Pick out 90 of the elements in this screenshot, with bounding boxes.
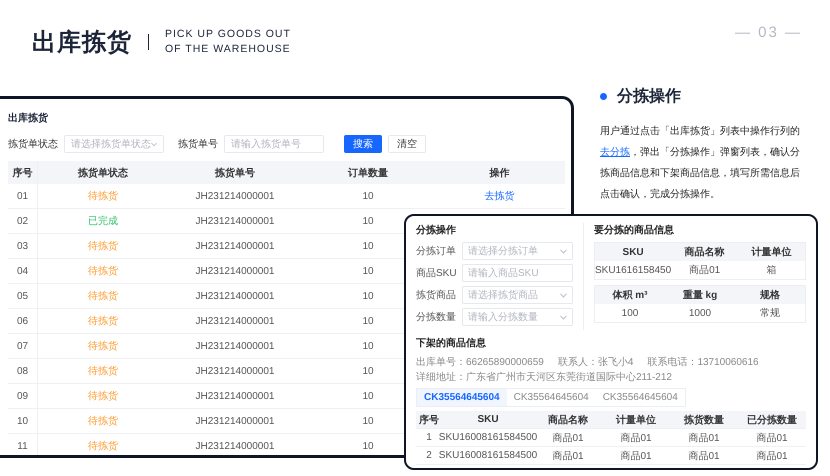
table-cell: 05 xyxy=(8,284,38,309)
table-cell-text: 1000 xyxy=(688,306,712,320)
select-field[interactable]: 请选择分拣订单 xyxy=(462,242,573,260)
status-text: 待拣货 xyxy=(38,284,168,309)
input-field[interactable]: 请输入拣货单号 xyxy=(224,135,324,153)
field-label: 拣货单号 xyxy=(178,138,218,151)
column-header: 重量 kg xyxy=(665,286,735,304)
table-cell: 01 xyxy=(8,184,38,209)
table-cell: 02 xyxy=(8,209,38,234)
column-header: 商品名称 xyxy=(534,411,602,429)
status-text: 待拣货 xyxy=(38,359,168,384)
field-label: 拣货单状态 xyxy=(8,138,58,151)
bullet-icon xyxy=(600,93,607,100)
table-cell-text: 箱 xyxy=(766,264,778,278)
input-field[interactable]: 请输入商品SKU xyxy=(462,264,573,282)
table-cell: 商品01 xyxy=(602,447,670,465)
table-cell: JH231214000001 xyxy=(168,284,302,309)
column-header: 计量单位 xyxy=(738,243,805,261)
table-cell-text: 常规 xyxy=(759,306,781,321)
table-cell: 06 xyxy=(8,309,38,334)
table-cell: 09 xyxy=(8,384,38,409)
column-header: 订单数量 xyxy=(302,161,434,184)
table-cell: 商品01 xyxy=(738,447,806,465)
table-cell: JH231214000001 xyxy=(168,259,302,284)
column-header: 拣货单状态 xyxy=(38,161,168,184)
column-header: SKU xyxy=(442,411,534,429)
column-header: 商品名称 xyxy=(671,243,738,261)
status-text: 待拣货 xyxy=(38,309,168,334)
status-text: 待拣货 xyxy=(38,384,168,409)
link[interactable]: 去分拣 xyxy=(600,147,630,158)
table-cell: 07 xyxy=(8,334,38,359)
column-header: 体积 m³ xyxy=(595,286,665,304)
status-text: 待拣货 xyxy=(38,259,168,284)
table-cell: 10 xyxy=(8,409,38,434)
table-cell: JH231214000001 xyxy=(168,309,302,334)
table-cell: 04 xyxy=(8,259,38,284)
column-header: 已分拣数量 xyxy=(738,411,806,429)
status-text: 已完成 xyxy=(38,209,168,234)
table-cell: JH231214000001 xyxy=(168,234,302,259)
table-cell: JH231214000001 xyxy=(168,334,302,359)
column-header: 序号 xyxy=(8,161,38,184)
table-cell: JH231214000001 xyxy=(168,409,302,434)
section-heading: 分拣操作 xyxy=(617,86,681,107)
select-field[interactable]: 请选择拣货商品 xyxy=(462,286,573,304)
window-title: 出库拣货 xyxy=(8,111,49,125)
table-cell: JH231214000001 xyxy=(168,359,302,384)
column-header: 计量单位 xyxy=(602,411,670,429)
column-header: 规格 xyxy=(735,286,805,304)
status-text: 待拣货 xyxy=(38,184,168,209)
page-subtitle: PICK UP GOODS OUT OF THE WAREHOUSE xyxy=(165,27,291,57)
description-text: 用户通过点击「出库拣货」列表中操作行列的 去分拣，弹出「分拣操作」弹窗列表，确认分拣商品信息和下架商品信息，填写所需信息后点击确认，完成分拣操作。 xyxy=(600,124,801,202)
info-text: 联系人：张飞小4 xyxy=(558,356,634,369)
table-cell: JH231214000001 xyxy=(168,434,302,455)
table-cell: JH231214000001 xyxy=(168,209,302,234)
search-button[interactable]: 搜索 xyxy=(344,135,382,153)
table-cell: JH231214000001 xyxy=(168,184,302,209)
table-cell-text: 商品01 xyxy=(688,264,722,278)
status-text: 待拣货 xyxy=(38,234,168,259)
clear-button[interactable]: 清空 xyxy=(388,135,426,153)
table-cell: 10 xyxy=(302,184,434,209)
column-header: 拣货单号 xyxy=(168,161,302,184)
table-cell-text: SKU1616158450 xyxy=(595,264,672,278)
column-header: 拣货数量 xyxy=(670,411,738,429)
caret-icon xyxy=(151,142,157,146)
tab[interactable]: CK35564645604 xyxy=(417,389,507,406)
table-cell: 商品01 xyxy=(738,429,806,447)
table-cell: 商品01 xyxy=(670,429,738,447)
page-number: — 03 — xyxy=(734,24,802,41)
column-header: 操作 xyxy=(434,161,565,184)
table-cell: 商品01 xyxy=(602,429,670,447)
caret-icon xyxy=(560,314,567,320)
table-cell: 08 xyxy=(8,359,38,384)
status-text: 待拣货 xyxy=(38,334,168,359)
column-header: SKU xyxy=(595,243,672,261)
table-cell: 03 xyxy=(8,234,38,259)
select-field[interactable]: 请选择拣货单状态 xyxy=(64,135,164,153)
table-cell-text: 100 xyxy=(620,306,640,320)
page-title: 出库拣货 xyxy=(32,28,132,58)
column-header: 序号 xyxy=(416,411,442,429)
section-title: 要分拣的商品信息 xyxy=(594,223,675,237)
action-link[interactable]: 去拣货 xyxy=(484,189,514,203)
select-field[interactable]: 请输入分拣数量 xyxy=(462,308,573,326)
table-cell: 11 xyxy=(8,434,38,455)
caret-icon xyxy=(560,292,567,298)
info-text: 联系电话：13710060616 xyxy=(647,356,759,369)
table-cell: JH231214000001 xyxy=(168,384,302,409)
table-cell: 商品01 xyxy=(670,447,738,465)
caret-icon xyxy=(560,248,567,254)
status-text: 待拣货 xyxy=(38,434,168,455)
status-text: 待拣货 xyxy=(38,409,168,434)
